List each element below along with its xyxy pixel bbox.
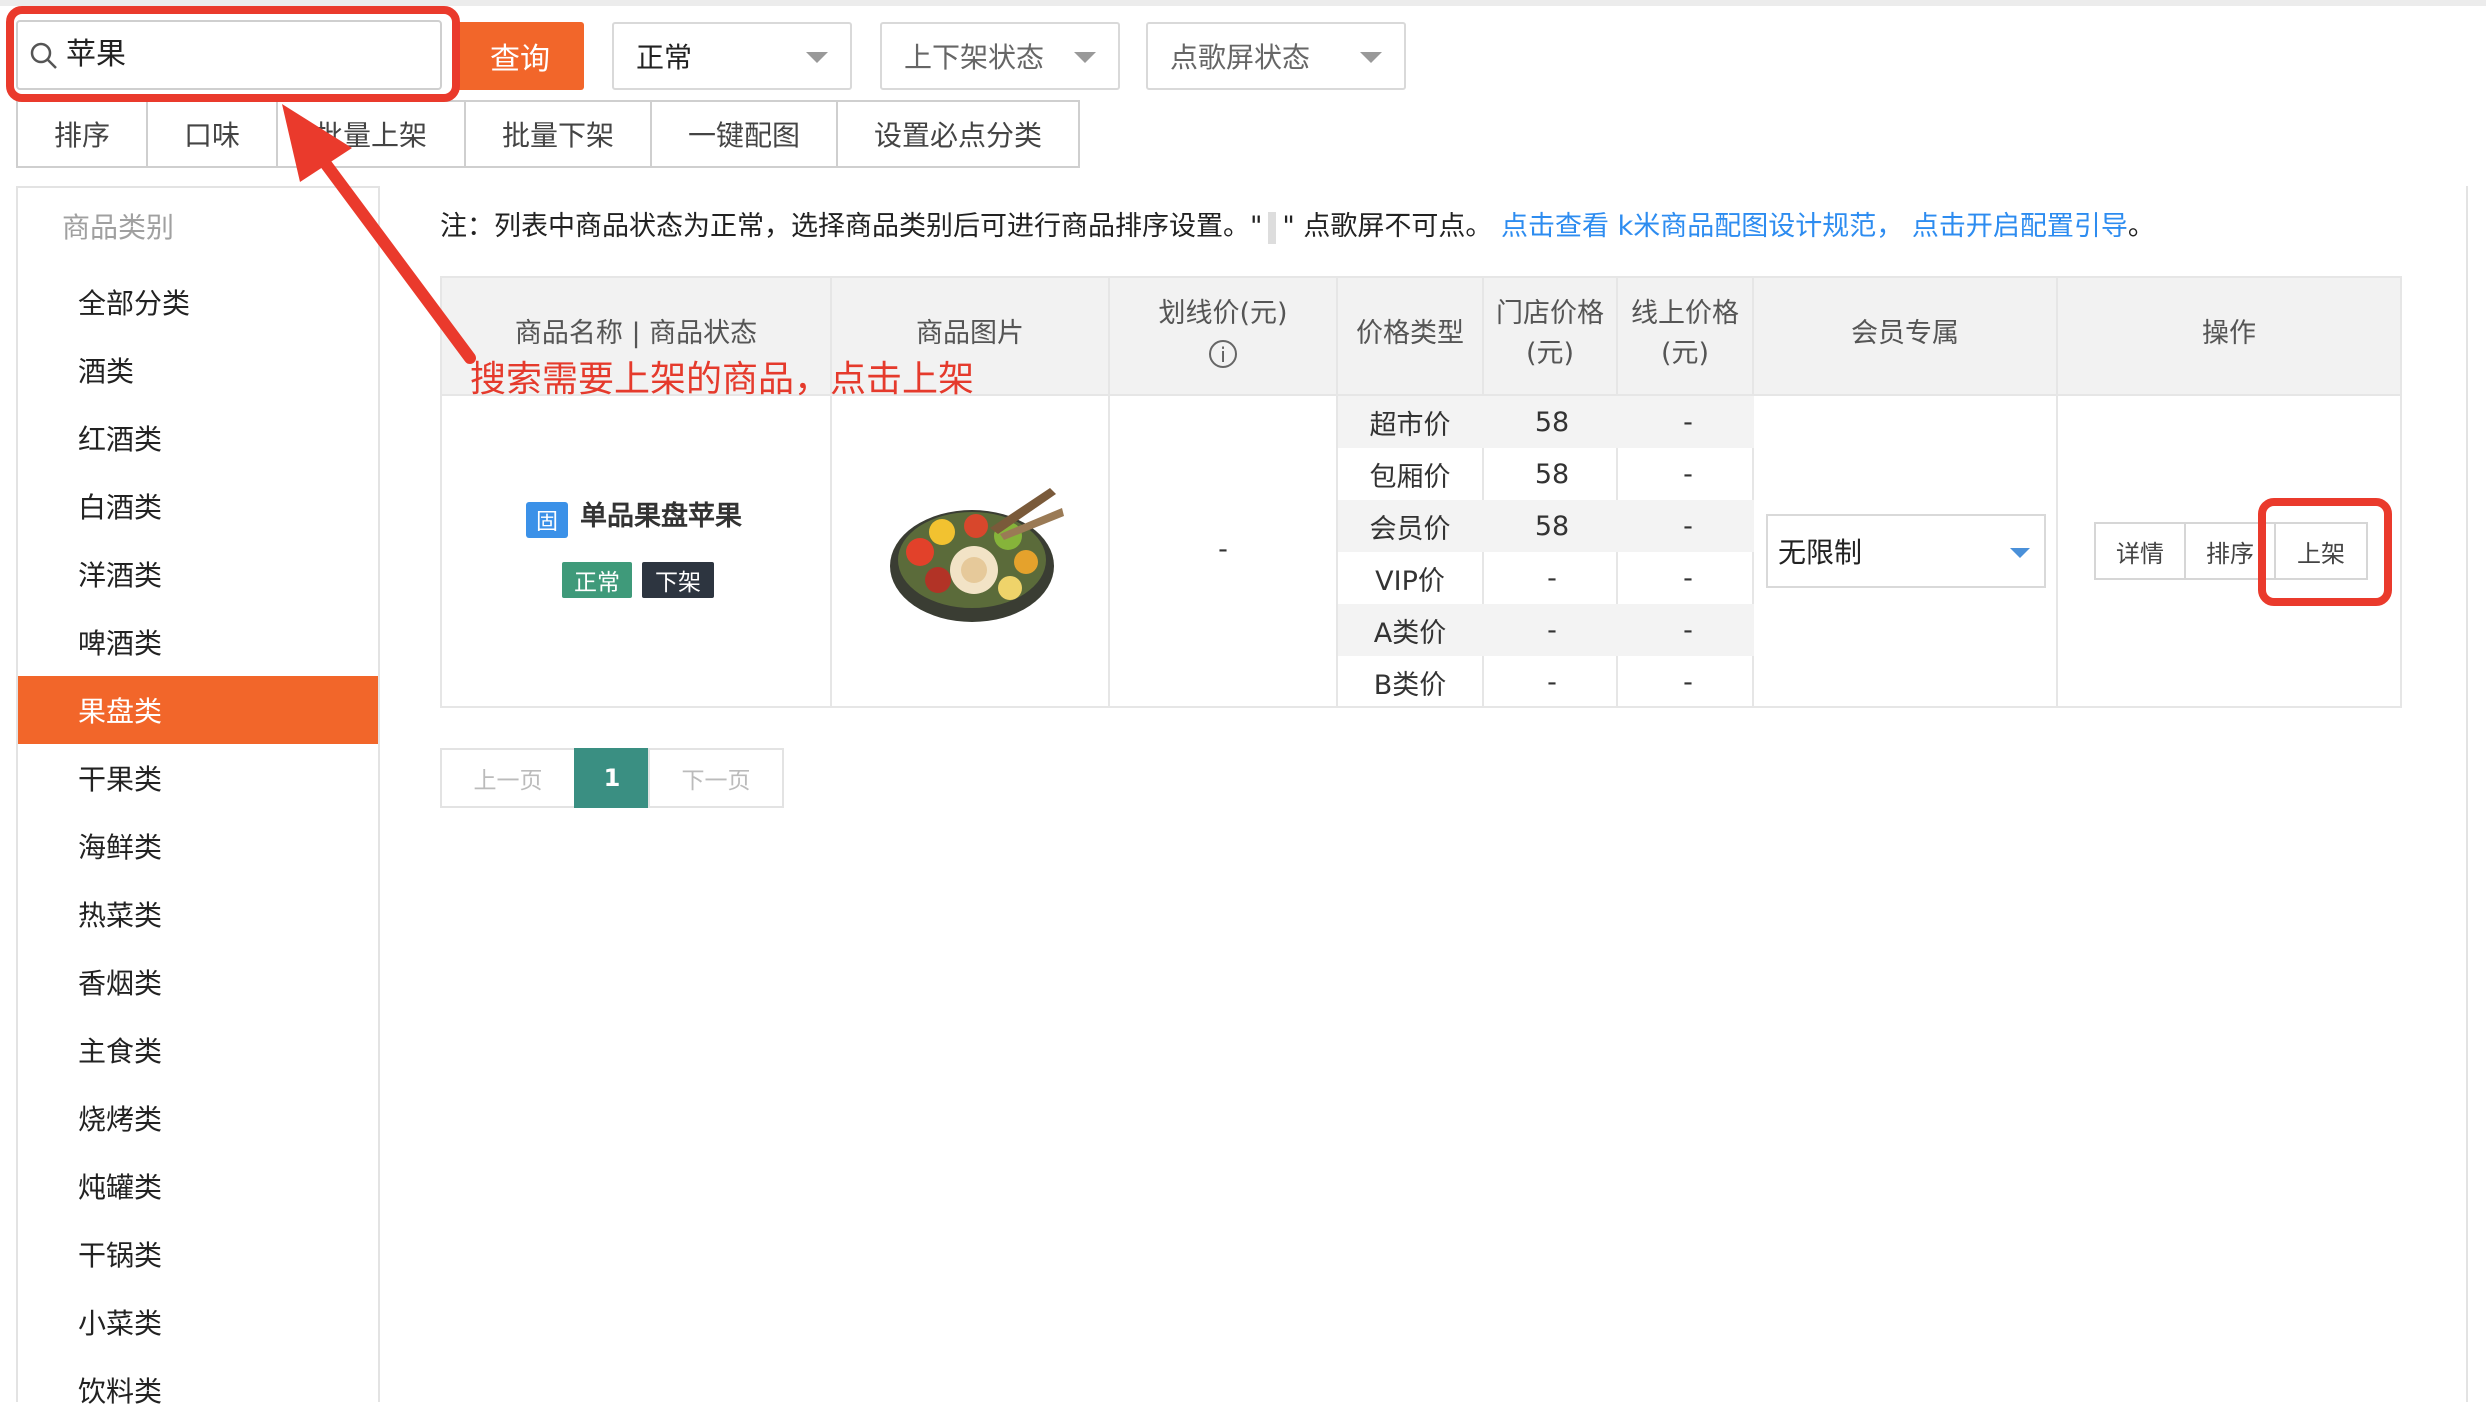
sidebar-item[interactable]: 干锅类	[18, 1220, 378, 1288]
header-ops: 操作	[2202, 318, 2256, 349]
sidebar-item[interactable]: 白酒类	[18, 472, 378, 540]
header-online-price: 线上价格 (元)	[1618, 294, 1752, 374]
store-price-cell: -	[1547, 614, 1557, 646]
prev-page-button[interactable]: 上一页	[440, 748, 576, 808]
price-row: 包厢价 58 -	[1338, 448, 1754, 500]
screen-indicator	[1268, 211, 1277, 244]
online-price-cell: -	[1683, 510, 1693, 542]
status-select[interactable]: 正常	[612, 22, 852, 90]
price-type-cell: A类价	[1373, 617, 1447, 649]
chevron-down-icon	[806, 52, 828, 63]
auto-image-button[interactable]: 一键配图	[650, 100, 838, 168]
page-1-button[interactable]: 1	[574, 748, 650, 808]
online-price-cell: -	[1683, 406, 1693, 438]
sidebar-item[interactable]: 果盘类	[18, 676, 378, 744]
header-strike-price: 划线价(元) i	[1110, 294, 1336, 374]
screen-status-select[interactable]: 点歌屏状态	[1146, 22, 1406, 90]
header-store-price-line2: (元)	[1525, 338, 1575, 369]
note-text: 注：列表中商品状态为正常，选择商品类别后可进行商品排序设置。" " 点歌屏不可点。…	[440, 206, 2155, 248]
sidebar-item[interactable]: 干果类	[18, 744, 378, 812]
store-price-cell: -	[1547, 666, 1557, 698]
header-name: 商品名称 | 商品状态	[514, 318, 758, 349]
fruit-platter-image	[890, 488, 1064, 622]
price-type-cell: 会员价	[1369, 513, 1451, 545]
price-row: A类价 - -	[1338, 604, 1754, 656]
sidebar-item[interactable]: 红酒类	[18, 404, 378, 472]
price-row: B类价 - -	[1338, 656, 1754, 708]
category-header: 商品类别	[62, 211, 175, 244]
sidebar-item[interactable]: 海鲜类	[18, 812, 378, 880]
fixed-badge: 固	[526, 502, 568, 538]
price-row: 超市价 58 -	[1338, 396, 1754, 448]
sidebar-item[interactable]: 饮料类	[18, 1356, 378, 1424]
store-price-cell: 58	[1534, 458, 1570, 490]
next-page-button[interactable]: 下一页	[648, 748, 784, 808]
header-store-price-line1: 门店价格	[1496, 298, 1604, 329]
header-store-price: 门店价格 (元)	[1484, 294, 1616, 374]
sort-button[interactable]: 排序	[16, 100, 148, 168]
sidebar-item[interactable]: 啤酒类	[18, 608, 378, 676]
online-price-cell: -	[1683, 666, 1693, 698]
store-price-cell: 58	[1534, 510, 1570, 542]
price-type-cell: 包厢价	[1369, 461, 1451, 493]
screen-status-select-value: 点歌屏状态	[1170, 41, 1311, 74]
online-price-cell: -	[1683, 562, 1693, 594]
header-strike-price-label: 划线价(元)	[1158, 298, 1288, 329]
chevron-down-icon	[1360, 52, 1382, 63]
store-price-cell: -	[1547, 562, 1557, 594]
header-image: 商品图片	[916, 318, 1024, 349]
set-required-category-button[interactable]: 设置必点分类	[836, 100, 1080, 168]
header-online-price-line1: 线上价格	[1631, 298, 1739, 329]
sidebar-item[interactable]: 小菜类	[18, 1288, 378, 1356]
price-row: VIP价 - -	[1338, 552, 1754, 604]
sidebar-item[interactable]: 洋酒类	[18, 540, 378, 608]
annotation-arrow-icon	[282, 104, 476, 364]
online-price-cell: -	[1683, 458, 1693, 490]
config-guide-link[interactable]: 点击开启配置引导	[1912, 211, 2128, 242]
header-price-type: 价格类型	[1356, 318, 1464, 349]
annotation-text: 搜索需要上架的商品，点击上架	[470, 359, 975, 400]
shelf-badge: 下架	[642, 562, 714, 598]
sidebar-item[interactable]: 主食类	[18, 1016, 378, 1084]
design-spec-link[interactable]: 点击查看 k米商品配图设计规范，	[1501, 211, 1903, 242]
status-select-value: 正常	[636, 41, 693, 74]
info-icon[interactable]: i	[1209, 340, 1237, 368]
note-end: 。	[2127, 211, 2155, 242]
note-suffix: " 点歌屏不可点。	[1282, 211, 1493, 242]
price-row: 会员价 58 -	[1338, 500, 1754, 552]
detail-button[interactable]: 详情	[2094, 522, 2186, 580]
header-member: 会员专属	[1851, 318, 1959, 349]
strike-price-value: -	[1218, 534, 1228, 565]
shelf-status-select-value: 上下架状态	[904, 41, 1045, 74]
sidebar-item[interactable]: 香烟类	[18, 948, 378, 1016]
action-toolbar: 排序 口味 批量上架 批量下架 一键配图 设置必点分类	[16, 100, 1080, 168]
chevron-down-icon	[1074, 52, 1096, 63]
header-online-price-line2: (元)	[1660, 338, 1710, 369]
online-price-cell: -	[1683, 614, 1693, 646]
store-price-cell: 58	[1534, 406, 1570, 438]
flavor-button[interactable]: 口味	[146, 100, 278, 168]
chevron-down-icon	[2010, 548, 2030, 558]
price-type-cell: 超市价	[1369, 409, 1451, 441]
query-button[interactable]: 查询	[456, 22, 584, 90]
product-name: 单品果盘苹果	[580, 501, 742, 532]
member-exclusive-value: 无限制	[1778, 536, 1863, 569]
sidebar-item[interactable]: 热菜类	[18, 880, 378, 948]
shelf-status-select[interactable]: 上下架状态	[880, 22, 1120, 90]
price-type-cell: B类价	[1373, 669, 1447, 701]
member-exclusive-select[interactable]: 无限制	[1766, 514, 2046, 588]
shelve-highlight-box	[2258, 498, 2392, 606]
note-prefix: 注：列表中商品状态为正常，选择商品类别后可进行商品排序设置。"	[440, 211, 1263, 242]
price-type-cell: VIP价	[1375, 565, 1445, 597]
sidebar-item[interactable]: 烧烤类	[18, 1084, 378, 1152]
search-highlight-box	[6, 6, 460, 102]
status-badge: 正常	[562, 562, 632, 598]
sidebar-item[interactable]: 炖罐类	[18, 1152, 378, 1220]
